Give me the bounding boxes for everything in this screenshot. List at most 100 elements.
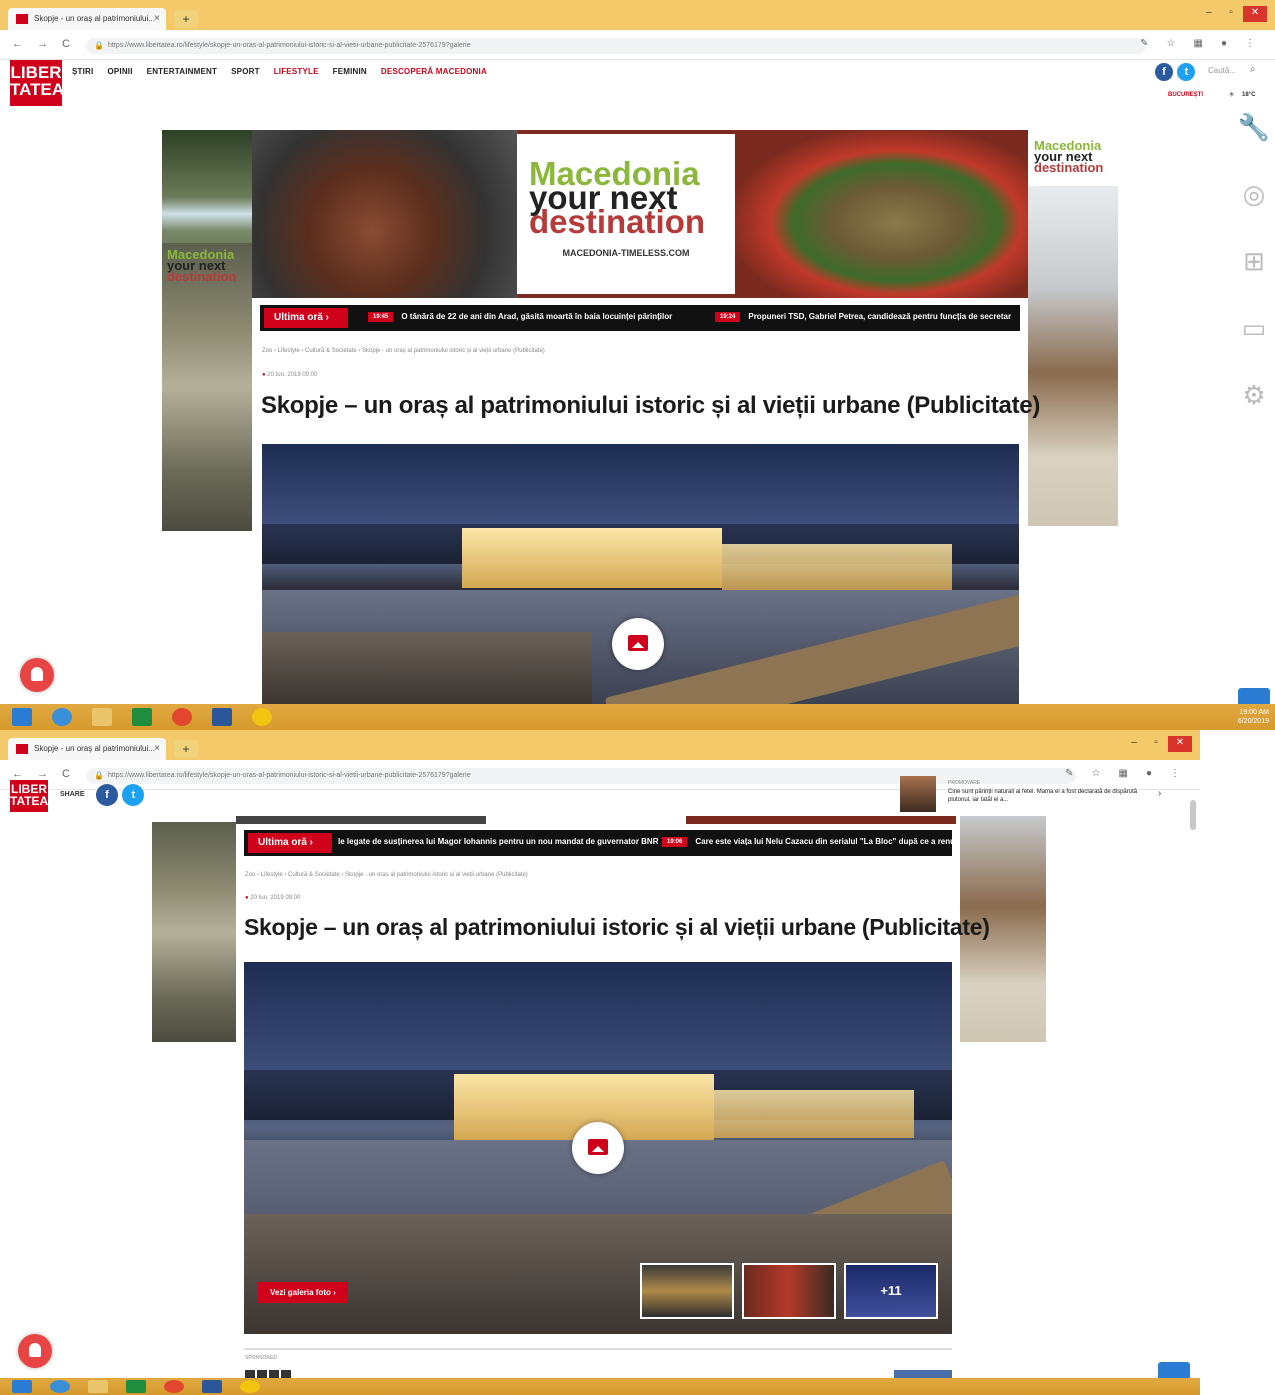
windows-taskbar: [0, 1378, 1200, 1395]
ticker-item[interactable]: le legate de susținerea lui Magor Iohann…: [338, 837, 659, 846]
excel-icon[interactable]: [132, 708, 152, 726]
browser-tab[interactable]: Skopje - un oraș al patrimoniului... ×: [8, 8, 166, 30]
menu-item-opinii[interactable]: OPINII: [107, 67, 132, 76]
start-icon[interactable]: [12, 708, 32, 726]
close-tab-icon[interactable]: ×: [154, 13, 160, 24]
promo-text[interactable]: Cine sunt părinții naturali ai fetei. Ma…: [948, 788, 1148, 804]
extension-icon[interactable]: ✎: [1140, 38, 1148, 49]
paint-icon[interactable]: [252, 708, 272, 726]
ad-skin-left[interactable]: [152, 822, 236, 1042]
ticker-item[interactable]: 19:45 O tânără de 22 de ani din Arad, găs…: [368, 312, 672, 322]
windows-side-icons: 🔧 ◎ ⊞ ▭ ⚙: [1235, 112, 1273, 447]
ad-url: MACEDONIA-TIMELESS.COM: [562, 248, 690, 258]
folder-icon[interactable]: [88, 1380, 108, 1393]
devices-icon[interactable]: ▭: [1235, 313, 1273, 380]
globe-icon[interactable]: ◎: [1235, 179, 1273, 246]
folder-icon[interactable]: [92, 708, 112, 726]
site-logo[interactable]: LIBER TATEA: [10, 60, 64, 106]
gallery-icon[interactable]: [572, 1122, 624, 1174]
menu-item-descopera-macedonia[interactable]: DESCOPERĂ MACEDONIA: [381, 67, 487, 76]
word-icon[interactable]: [212, 708, 232, 726]
promo-thumbnail[interactable]: [900, 776, 936, 812]
promo-kicker: PROMOVARE: [948, 780, 981, 786]
forward-button[interactable]: →: [37, 38, 48, 50]
twitter-icon[interactable]: t: [1177, 63, 1196, 81]
notification-bell-button[interactable]: [18, 1334, 52, 1368]
ie-icon[interactable]: [50, 1380, 70, 1393]
bookmark-star-icon[interactable]: ☆: [1092, 768, 1101, 779]
menu-item-lifestyle[interactable]: LIFESTYLE: [274, 67, 319, 76]
browser-tab[interactable]: Skopje - un oraș al patrimoniului... ×: [8, 738, 166, 760]
excel-icon[interactable]: [126, 1380, 146, 1393]
facebook-icon[interactable]: f: [1155, 63, 1173, 81]
apps-icon[interactable]: ▦: [1194, 38, 1203, 49]
word-icon[interactable]: [202, 1380, 222, 1393]
menu-icon[interactable]: ⋮: [1170, 768, 1180, 779]
reload-button[interactable]: C: [62, 768, 70, 780]
url-input[interactable]: 🔒 https://www.libertatea.ro/lifestyle/sko…: [86, 38, 1146, 54]
bookmark-star-icon[interactable]: ☆: [1167, 38, 1176, 49]
weather-icon: ☀: [1228, 90, 1236, 99]
site-logo[interactable]: LIBER TATEA: [10, 780, 48, 812]
extension-icon[interactable]: ✎: [1065, 768, 1073, 779]
gallery-thumbnail[interactable]: [640, 1263, 734, 1319]
back-button[interactable]: ←: [12, 768, 23, 780]
profile-icon[interactable]: ●: [1146, 768, 1152, 779]
profile-icon[interactable]: ●: [1221, 38, 1227, 49]
back-button[interactable]: ←: [12, 38, 23, 50]
main-menu: ȘTIRI OPINII ENTERTAINMENT SPORT LIFESTY…: [72, 67, 487, 76]
reload-button[interactable]: C: [62, 38, 70, 50]
gallery-icon[interactable]: [612, 618, 664, 670]
ad-skin-left[interactable]: Macedonia your next destination: [162, 243, 252, 531]
paint-icon[interactable]: [240, 1380, 260, 1393]
search-icon[interactable]: ⌕: [1250, 64, 1256, 75]
new-tab-button[interactable]: +: [174, 740, 198, 758]
close-tab-icon[interactable]: ×: [154, 743, 160, 754]
scrollbar-thumb[interactable]: [1190, 800, 1196, 830]
wrench-icon[interactable]: 🔧: [1235, 112, 1273, 179]
apps-icon[interactable]: ▦: [1119, 768, 1128, 779]
close-window-button[interactable]: ✕: [1168, 736, 1192, 752]
ad-logo-small: Macedonia your next destination: [1034, 138, 1104, 176]
chrome-icon[interactable]: [164, 1380, 184, 1393]
close-window-button[interactable]: ✕: [1243, 6, 1267, 22]
nav-buttons: ← → C: [12, 768, 70, 780]
search-input[interactable]: Caută...: [1208, 66, 1236, 75]
notification-bell-button[interactable]: [20, 658, 54, 692]
ad-banner[interactable]: Macedonia your next destination MACEDONI…: [162, 130, 1028, 298]
minimize-button[interactable]: –: [1199, 6, 1219, 22]
more-photos-thumbnail[interactable]: +11: [844, 1263, 938, 1319]
start-icon[interactable]: [12, 1380, 32, 1393]
new-tab-button[interactable]: +: [174, 10, 198, 28]
clock[interactable]: 19:00 AM 6/20/2019: [1238, 708, 1269, 726]
twitter-share-icon[interactable]: t: [122, 784, 145, 806]
ticker-item[interactable]: 19:24 Propuneri TSD, Gabriel Petrea, cand…: [715, 312, 1011, 322]
chevron-right-icon[interactable]: ›: [1158, 788, 1161, 799]
breadcrumb[interactable]: Zoo › Lifestyle › Cultură & Societate › …: [245, 872, 528, 878]
ticker-item[interactable]: 19:06 Care este viața lui Nelu Cazacu din…: [662, 837, 952, 847]
menu-icon[interactable]: ⋮: [1245, 38, 1255, 49]
maximize-button[interactable]: ▫: [1146, 736, 1166, 752]
gallery-thumbnail[interactable]: [742, 1263, 836, 1319]
ticker-label[interactable]: Ultima oră ›: [264, 308, 348, 328]
gear-icon[interactable]: ⚙: [1235, 380, 1273, 447]
windows-icon[interactable]: ⊞: [1235, 246, 1273, 313]
menu-item-feminin[interactable]: FEMININ: [333, 67, 367, 76]
maximize-button[interactable]: ▫: [1221, 6, 1241, 22]
chrome-icon[interactable]: [172, 708, 192, 726]
url-text: https://www.libertatea.ro/lifestyle/skop…: [108, 772, 471, 779]
forward-button[interactable]: →: [37, 768, 48, 780]
logo-line1: LIBER: [10, 63, 62, 82]
browser-window-bottom: Skopje - un oraș al patrimoniului... × +…: [0, 730, 1200, 1395]
menu-item-stiri[interactable]: ȘTIRI: [72, 67, 93, 76]
view-gallery-button[interactable]: Vezi galeria foto ›: [258, 1282, 348, 1303]
breadcrumb[interactable]: Zoo › Lifestyle › Cultură & Societate › …: [262, 348, 545, 354]
facebook-share-icon[interactable]: f: [96, 784, 118, 806]
windows-taskbar: 19:00 AM 6/20/2019: [0, 704, 1275, 730]
menu-item-entertainment[interactable]: ENTERTAINMENT: [147, 67, 217, 76]
ticker-label[interactable]: Ultima oră ›: [248, 833, 332, 853]
minimize-button[interactable]: –: [1124, 736, 1144, 752]
ad-skin-right[interactable]: Macedonia your next destination: [1028, 130, 1118, 526]
menu-item-sport[interactable]: SPORT: [231, 67, 260, 76]
ie-icon[interactable]: [52, 708, 72, 726]
